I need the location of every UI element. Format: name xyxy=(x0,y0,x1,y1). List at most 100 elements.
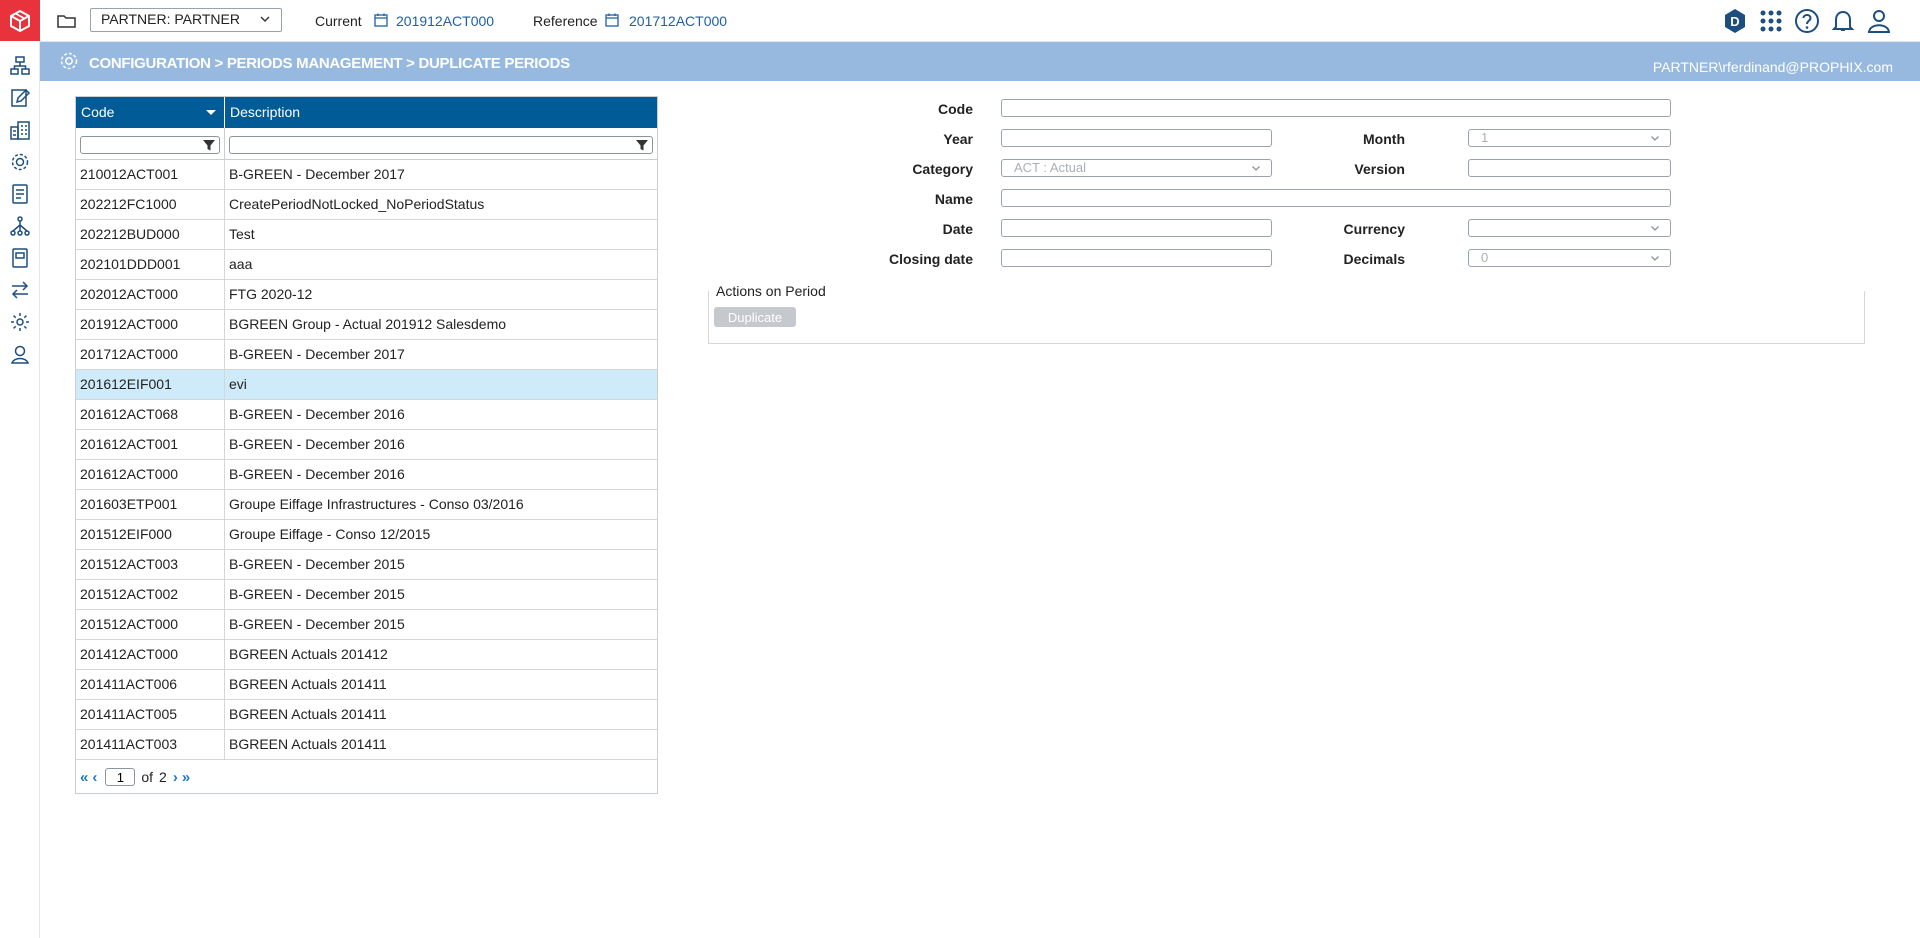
folder-icon[interactable] xyxy=(56,10,78,32)
next-page-icon[interactable]: › xyxy=(173,769,178,786)
decimals-label: Decimals xyxy=(1343,251,1405,267)
table-row[interactable]: 201512ACT002 B-GREEN - December 2015 xyxy=(76,580,657,610)
table-row[interactable]: 201612ACT001 B-GREEN - December 2016 xyxy=(76,430,657,460)
table-row[interactable]: 201512ACT000 B-GREEN - December 2015 xyxy=(76,610,657,640)
table-row[interactable]: 201512ACT003 B-GREEN - December 2015 xyxy=(76,550,657,580)
cell-code: 201612ACT068 xyxy=(76,400,225,429)
sort-desc-icon[interactable] xyxy=(206,110,216,115)
breadcrumb-band: CONFIGURATION > PERIODS MANAGEMENT > DUP… xyxy=(40,42,1920,81)
hierarchy-icon[interactable] xyxy=(8,214,32,238)
closing-date-label: Closing date xyxy=(888,251,973,267)
chevron-down-icon xyxy=(1252,166,1260,171)
cog-network-icon[interactable] xyxy=(8,150,32,174)
year-label: Year xyxy=(943,131,973,147)
table-row[interactable]: 201612EIF001 evi xyxy=(76,370,657,400)
filter-row xyxy=(76,128,657,160)
table-row[interactable]: 201411ACT005 BGREEN Actuals 201411 xyxy=(76,700,657,730)
sitemap-icon[interactable] xyxy=(8,54,32,78)
edit-document-icon[interactable] xyxy=(8,86,32,110)
chevron-down-icon xyxy=(1651,136,1659,141)
table-row[interactable]: 202212FC1000 CreatePeriodNotLocked_NoPeri… xyxy=(76,190,657,220)
actions-panel xyxy=(708,291,1865,344)
bell-icon[interactable] xyxy=(1830,8,1856,34)
cell-code: 201512EIF000 xyxy=(76,520,225,549)
calendar-icon xyxy=(374,13,388,27)
reference-period-link[interactable]: 201712ACT000 xyxy=(629,13,727,29)
user-profile-icon[interactable] xyxy=(1866,8,1892,34)
journal-icon[interactable] xyxy=(8,246,32,270)
cell-code: 201512ACT000 xyxy=(76,610,225,639)
table-row[interactable]: 201512EIF000 Groupe Eiffage - Conso 12/20… xyxy=(76,520,657,550)
table-row[interactable]: 201412ACT000 BGREEN Actuals 201412 xyxy=(76,640,657,670)
cell-description: aaa xyxy=(229,256,253,272)
category-select[interactable]: ACT : Actual xyxy=(1001,159,1272,177)
table-row[interactable]: 201603ETP001 Groupe Eiffage Infrastructur… xyxy=(76,490,657,520)
transfer-arrows-icon[interactable] xyxy=(8,278,32,302)
settings-gear-icon[interactable] xyxy=(8,310,32,334)
cell-description: BGREEN Actuals 201411 xyxy=(229,676,387,692)
help-icon[interactable] xyxy=(1794,8,1820,34)
table-row[interactable]: 202012ACT000 FTG 2020-12 xyxy=(76,280,657,310)
code-field[interactable] xyxy=(1001,99,1671,117)
cell-description: BGREEN Actuals 201411 xyxy=(229,706,387,722)
closing-date-field[interactable] xyxy=(1001,249,1272,267)
description-filter-input[interactable] xyxy=(229,136,653,154)
user-admin-icon[interactable] xyxy=(8,342,32,366)
table-row[interactable]: 202212BUD000 Test xyxy=(76,220,657,250)
table-row[interactable]: 210012ACT001 B-GREEN - December 2017 xyxy=(76,160,657,190)
duplicate-button[interactable]: Duplicate xyxy=(714,307,796,327)
month-label: Month xyxy=(1363,131,1405,147)
cell-code: 202212FC1000 xyxy=(76,190,225,219)
month-select[interactable]: 1 xyxy=(1468,129,1671,147)
version-field[interactable] xyxy=(1468,159,1671,177)
app-logo[interactable] xyxy=(0,0,40,41)
table-row[interactable]: 201612ACT068 B-GREEN - December 2016 xyxy=(76,400,657,430)
cell-description: B-GREEN - December 2015 xyxy=(229,616,405,632)
table-row[interactable]: 201912ACT000 BGREEN Group - Actual 201912… xyxy=(76,310,657,340)
first-page-icon[interactable]: « xyxy=(80,769,88,786)
filter-icon[interactable] xyxy=(202,138,216,152)
column-header-code[interactable]: Code xyxy=(76,97,225,128)
cell-description: FTG 2020-12 xyxy=(229,286,313,302)
year-field[interactable] xyxy=(1001,129,1272,147)
code-filter-cell xyxy=(76,128,225,159)
current-period-link[interactable]: 201912ACT000 xyxy=(396,13,494,29)
page-number-input[interactable] xyxy=(105,768,136,786)
column-header-description-label: Description xyxy=(230,104,301,120)
apps-grid-icon[interactable] xyxy=(1758,8,1784,34)
buildings-icon[interactable] xyxy=(8,118,32,142)
table-row[interactable]: 201712ACT000 B-GREEN - December 2017 xyxy=(76,340,657,370)
code-filter-input[interactable] xyxy=(80,136,220,154)
last-page-icon[interactable]: » xyxy=(182,769,190,786)
cell-code: 201612ACT000 xyxy=(76,460,225,489)
cell-description: B-GREEN - December 2016 xyxy=(229,466,405,482)
column-header-description[interactable]: Description xyxy=(225,97,657,128)
cell-description: BGREEN Group - Actual 201912 Salesdemo xyxy=(229,316,507,332)
cell-description: B-GREEN - December 2016 xyxy=(229,406,405,422)
cell-description: BGREEN Actuals 201411 xyxy=(229,736,387,752)
category-select-value: ACT : Actual xyxy=(1014,160,1087,175)
cell-description: B-GREEN - December 2016 xyxy=(229,436,405,452)
cell-description: B-GREEN - December 2015 xyxy=(229,556,405,572)
table-row[interactable]: 201411ACT006 BGREEN Actuals 201411 xyxy=(76,670,657,700)
cell-code: 201612ACT001 xyxy=(76,430,225,459)
actions-title: Actions on Period xyxy=(714,283,828,299)
report-icon[interactable] xyxy=(8,182,32,206)
code-label: Code xyxy=(938,101,973,117)
table-row[interactable]: 202101DDD001 aaa xyxy=(76,250,657,280)
prev-page-icon[interactable]: ‹ xyxy=(92,769,97,786)
domain-badge-icon[interactable]: D xyxy=(1722,8,1748,34)
cell-description: B-GREEN - December 2015 xyxy=(229,586,405,602)
name-field[interactable] xyxy=(1001,189,1671,207)
table-row[interactable]: 201612ACT000 B-GREEN - December 2016 xyxy=(76,460,657,490)
context-select[interactable]: PARTNER: PARTNER xyxy=(90,8,282,32)
description-filter-cell xyxy=(225,128,657,159)
currency-select[interactable] xyxy=(1468,219,1671,237)
date-field[interactable] xyxy=(1001,219,1272,237)
table-row[interactable]: 201411ACT003 BGREEN Actuals 201411 xyxy=(76,730,657,760)
page-of-label: of xyxy=(141,769,154,785)
cell-code: 201603ETP001 xyxy=(76,490,225,519)
cell-code: 201612EIF001 xyxy=(76,370,225,399)
decimals-select[interactable]: 0 xyxy=(1468,249,1671,267)
filter-icon[interactable] xyxy=(635,138,649,152)
